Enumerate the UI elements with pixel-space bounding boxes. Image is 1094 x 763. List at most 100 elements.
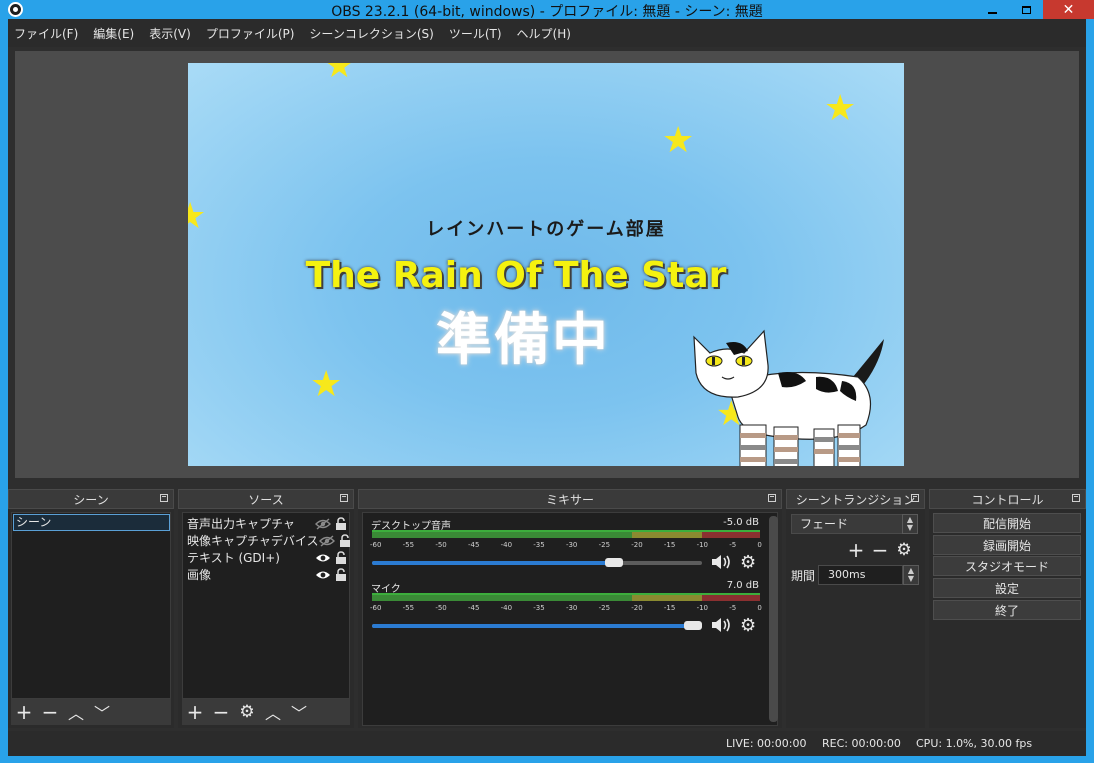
close-button[interactable]: ✕ (1043, 0, 1094, 19)
maximize-button[interactable] (1009, 0, 1043, 19)
duration-input[interactable]: 300ms (818, 565, 903, 585)
transition-toolbar: + − ⚙ (844, 538, 916, 562)
source-list-item[interactable]: 画像 (187, 566, 349, 583)
scenes-toolbar: + − ︿ ﹀ (11, 699, 171, 725)
plus-icon: + (847, 538, 865, 562)
volume-meter (372, 593, 760, 601)
scene-list-item[interactable]: シーン (13, 514, 170, 531)
menu-file[interactable]: ファイル(F) (14, 25, 78, 42)
move-source-up-button[interactable]: ︿ (260, 700, 286, 724)
source-label: テキスト (GDI+) (187, 551, 280, 565)
source-list-item[interactable]: テキスト (GDI+) (187, 549, 349, 566)
menu-scene-collection[interactable]: シーンコレクション(S) (309, 25, 433, 42)
gear-icon[interactable]: ⚙ (740, 615, 762, 636)
remove-scene-button[interactable]: − (37, 700, 63, 724)
volume-slider-handle[interactable] (605, 558, 623, 567)
lock-icon[interactable] (335, 517, 347, 530)
move-source-down-button[interactable]: ﹀ (286, 700, 312, 724)
volume-slider-handle[interactable] (684, 621, 702, 630)
window-frame-bottom (0, 756, 1094, 763)
tick-label: -5 (729, 604, 737, 612)
menu-profile[interactable]: プロファイル(P) (206, 25, 295, 42)
controls-dock: コントロール 配信開始 録画開始 スタジオモード 設定 終了 (929, 489, 1086, 728)
menu-edit[interactable]: 編集(E) (93, 25, 134, 42)
transition-properties-button[interactable]: ⚙ (892, 538, 916, 562)
source-label: 音声出力キャプチャ (187, 517, 295, 531)
add-transition-button[interactable]: + (844, 538, 868, 562)
tick-label: -50 (435, 541, 447, 549)
star-icon: ★ (324, 63, 355, 86)
chevron-up-icon: ︿ (264, 704, 281, 723)
source-list-item[interactable]: 映像キャプチャデバイス (187, 532, 351, 549)
settings-button[interactable]: 設定 (933, 578, 1081, 598)
source-label: 画像 (187, 568, 212, 582)
status-bar: LIVE: 00:00:00 REC: 00:00:00 CPU: 1.0%, … (8, 731, 1086, 756)
scenes-dock-header: シーン (8, 489, 174, 509)
start-recording-button[interactable]: 録画開始 (933, 535, 1081, 555)
volume-meter (372, 530, 760, 538)
gear-icon[interactable]: ⚙ (740, 552, 762, 573)
title-bar: OBS 23.2.1 (64-bit, windows) - プロファイル: 無… (0, 0, 1094, 20)
plus-icon: + (186, 700, 204, 724)
star-icon: ★ (662, 120, 695, 161)
studio-mode-button[interactable]: スタジオモード (933, 556, 1081, 576)
remove-transition-button[interactable]: − (868, 538, 892, 562)
exit-button[interactable]: 終了 (933, 600, 1081, 620)
source-list[interactable]: 音声出力キャプチャ 映像キャプチャデバイス テキスト (GDI+) 画像 (182, 512, 350, 699)
lock-icon[interactable] (335, 568, 347, 581)
scene-list[interactable]: シーン (11, 512, 171, 699)
source-list-item[interactable]: 音声出力キャプチャ (187, 515, 349, 532)
mixer-panel: デスクトップ音声 -5.0 dB -60 -55 -50 -45 -40 -35… (362, 512, 778, 726)
mixer-scrollbar[interactable] (769, 516, 778, 722)
speaker-icon[interactable] (710, 553, 732, 571)
source-properties-button[interactable]: ⚙ (234, 700, 260, 724)
minimize-button[interactable] (975, 0, 1009, 19)
cpu-status: CPU: 1.0%, 30.00 fps (916, 737, 1033, 750)
mixer-track: マイク 7.0 dB -60 -55 -50 -45 -40 -35 -30 -… (368, 580, 765, 636)
menu-view[interactable]: 表示(V) (149, 25, 191, 42)
add-scene-button[interactable]: + (11, 700, 37, 724)
source-label: 映像キャプチャデバイス (187, 534, 319, 548)
eye-hidden-icon[interactable] (315, 517, 331, 530)
move-scene-up-button[interactable]: ︿ (63, 700, 89, 724)
eye-hidden-icon[interactable] (318, 534, 335, 547)
mixer-dock-title: ミキサー (545, 492, 594, 507)
duration-label: 期間 (791, 569, 816, 583)
menu-help[interactable]: ヘルプ(H) (517, 25, 571, 42)
tick-label: -25 (598, 541, 611, 549)
undock-icon[interactable] (340, 494, 348, 502)
duration-spinner[interactable]: ▲ ▼ (903, 565, 919, 585)
transitions-dock: シーントランジション フェード ▲ ▼ + − ⚙ 期間 300ms ▲ ▼ (786, 489, 925, 728)
chevron-down-icon: ﹀ (290, 704, 307, 723)
add-source-button[interactable]: + (182, 700, 208, 724)
speaker-icon[interactable] (710, 616, 732, 634)
volume-slider[interactable] (372, 624, 702, 628)
undock-icon[interactable] (911, 494, 919, 502)
menu-tools[interactable]: ツール(T) (449, 25, 502, 42)
tick-label: -15 (663, 604, 676, 612)
eye-visible-icon[interactable] (315, 569, 331, 581)
undock-icon[interactable] (768, 494, 776, 502)
scenes-dock-title: シーン (73, 492, 109, 507)
minimize-icon (987, 11, 997, 14)
mixer-track: デスクトップ音声 -5.0 dB -60 -55 -50 -45 -40 -35… (368, 517, 765, 573)
transition-select-spinner[interactable]: ▲ ▼ (902, 514, 918, 534)
remove-source-button[interactable]: − (208, 700, 234, 724)
tick-label: -5 (729, 541, 737, 549)
eye-visible-icon[interactable] (315, 552, 331, 564)
move-scene-down-button[interactable]: ﹀ (89, 700, 115, 724)
plus-icon: + (15, 700, 33, 724)
tick-label: -50 (435, 604, 447, 612)
start-streaming-button[interactable]: 配信開始 (933, 513, 1081, 533)
tick-label: -35 (533, 541, 545, 549)
undock-icon[interactable] (1072, 494, 1080, 502)
transitions-body: フェード ▲ ▼ + − ⚙ 期間 300ms ▲ ▼ (786, 512, 925, 612)
lock-icon[interactable] (335, 551, 347, 564)
transition-select[interactable]: フェード (791, 514, 918, 534)
volume-slider[interactable] (372, 561, 623, 565)
lock-icon[interactable] (339, 534, 351, 547)
undock-icon[interactable] (160, 494, 168, 502)
preview-canvas[interactable]: ★ ★ ★ ★ ★ ★ レインハートのゲーム部屋 The Rain Of The… (188, 63, 904, 466)
minus-icon: − (212, 700, 230, 724)
minus-icon: − (871, 538, 889, 562)
